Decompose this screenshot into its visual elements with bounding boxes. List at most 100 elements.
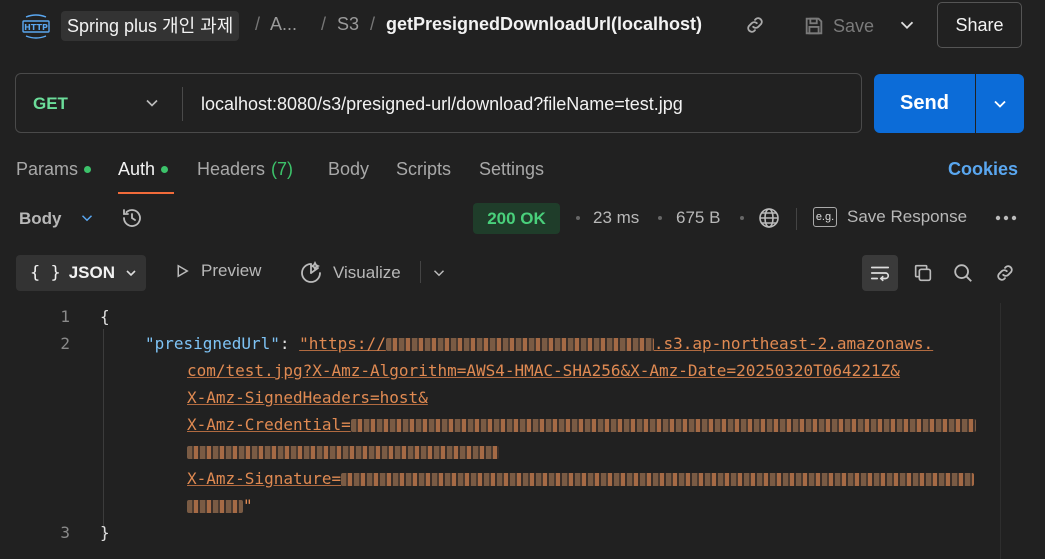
scrollbar-track[interactable] [1000, 303, 1045, 559]
separator-dot [658, 216, 662, 220]
indent-guide [103, 329, 104, 539]
send-options-button[interactable] [976, 74, 1024, 133]
format-label: JSON [68, 263, 116, 282]
status-badge[interactable]: 200 OK [473, 203, 560, 234]
tab-headers[interactable]: Headers (7) [197, 159, 293, 180]
redacted-signature [187, 500, 243, 513]
request-tabs: Params Auth Headers (7) Body Scripts Sett… [0, 150, 1045, 196]
http-request-icon: HTTP [22, 14, 50, 39]
copy-icon[interactable] [912, 262, 934, 284]
redacted-bucket [385, 338, 654, 351]
top-bar: HTTP Spring plus 개인 과제 / A... / S3 / get… [0, 0, 1045, 52]
url-start: "https:// [299, 334, 386, 353]
tab-settings[interactable]: Settings [479, 159, 544, 180]
tab-body[interactable]: Body [328, 159, 369, 180]
json-key: "presignedUrl" [145, 334, 280, 353]
example-icon: e.g. [813, 207, 837, 227]
chevron-down-icon[interactable] [430, 264, 448, 282]
link-icon[interactable] [994, 262, 1016, 284]
send-button[interactable]: Send [874, 74, 975, 133]
workspace-breadcrumb[interactable]: Spring plus 개인 과제 [61, 11, 240, 41]
line-number: 1 [60, 307, 70, 326]
method-select[interactable]: GET [33, 94, 68, 114]
url-part: X-Amz-Credential= [187, 415, 351, 434]
divider [420, 261, 421, 283]
url-input[interactable] [201, 91, 841, 117]
cookies-link[interactable]: Cookies [948, 159, 1018, 180]
breadcrumb-separator: / [255, 14, 261, 34]
breadcrumb-folder[interactable]: S3 [337, 14, 359, 35]
save-icon [805, 17, 823, 35]
redacted-credential [350, 419, 976, 432]
preview-label: Preview [201, 261, 262, 280]
history-icon[interactable] [120, 206, 144, 230]
tab-label: Body [328, 159, 370, 179]
separator-dot [740, 216, 744, 220]
response-body-editor[interactable]: 1 { 2 "presignedUrl": "https:// .s3.ap-no… [0, 303, 1000, 559]
code-line: } [100, 523, 110, 542]
separator-dot [576, 216, 580, 220]
share-button[interactable]: Share [937, 2, 1022, 48]
save-response-label: Save Response [847, 207, 968, 226]
code-line: X-Amz-SignedHeaders=host& [187, 388, 428, 407]
code-line: X-Amz-Signature= [187, 469, 975, 488]
request-title[interactable]: getPresignedDownloadUrl(localhost) [386, 14, 702, 35]
save-button[interactable]: Save [803, 11, 874, 41]
chevron-down-icon [126, 270, 136, 277]
play-icon [177, 264, 189, 278]
search-icon[interactable] [952, 262, 974, 284]
status-dot [84, 166, 92, 173]
code-line: { [100, 307, 110, 326]
format-select[interactable]: { } JSON [16, 255, 146, 291]
divider [182, 87, 183, 121]
response-time[interactable]: 23 ms [593, 208, 639, 228]
tab-scripts[interactable]: Scripts [396, 159, 451, 180]
headers-count: (7) [271, 159, 294, 179]
chevron-down-icon[interactable] [142, 93, 162, 113]
status-dot [161, 166, 169, 173]
chevron-down-icon[interactable] [78, 209, 96, 227]
breadcrumb-collapsed[interactable]: A... [270, 14, 297, 35]
redacted-credential [187, 446, 499, 459]
link-icon[interactable] [744, 14, 766, 36]
url-end: " [243, 496, 253, 515]
globe-icon[interactable] [757, 206, 781, 230]
code-line: " [187, 496, 253, 515]
json-colon: : [279, 334, 300, 353]
code-line: X-Amz-Credential= [187, 415, 976, 434]
http-badge-text: HTTP [24, 23, 48, 32]
response-size[interactable]: 675 B [676, 208, 720, 228]
braces-icon: { } [30, 263, 61, 283]
chevron-down-icon[interactable] [896, 14, 918, 36]
breadcrumb-separator: / [370, 14, 376, 34]
response-body-label[interactable]: Body [19, 209, 62, 229]
tab-label: Auth [118, 159, 156, 179]
breadcrumb-separator: / [321, 14, 327, 34]
tab-auth[interactable]: Auth [118, 159, 169, 180]
tab-label: Scripts [396, 159, 452, 179]
preview-button[interactable]: Preview [173, 261, 261, 281]
wrap-icon [870, 266, 890, 282]
chevron-down-icon [994, 100, 1006, 108]
wrap-lines-button[interactable] [862, 255, 898, 291]
request-url-bar: GET [15, 73, 862, 133]
save-response-button[interactable]: e.g. Save Response [813, 207, 967, 227]
url-part: X-Amz-Signature= [187, 469, 342, 488]
response-bar: Body 200 OK 23 ms 675 B e.g. Save Respon… [0, 198, 1045, 240]
divider [796, 208, 797, 230]
response-format-bar: { } JSON Preview Visualize [0, 253, 1045, 293]
tab-label: Headers [197, 159, 266, 179]
more-options-icon[interactable] [994, 210, 1018, 226]
tab-params[interactable]: Params [16, 159, 92, 180]
line-number: 3 [60, 523, 70, 542]
save-label: Save [833, 15, 875, 36]
active-tab-indicator [118, 192, 174, 194]
redacted-signature [341, 473, 975, 486]
tab-label: Params [16, 159, 79, 179]
code-line: com/test.jpg?X-Amz-Algorithm=AWS4-HMAC-S… [187, 361, 900, 380]
url-host: .s3.ap-northeast-2.amazonaws. [653, 334, 934, 353]
visualize-button[interactable]: Visualize [299, 261, 401, 285]
url-part: X-Amz-SignedHeaders=host& [187, 388, 428, 407]
code-line: "presignedUrl": "https:// .s3.ap-northeas… [145, 334, 933, 353]
tab-label: Settings [479, 159, 545, 179]
